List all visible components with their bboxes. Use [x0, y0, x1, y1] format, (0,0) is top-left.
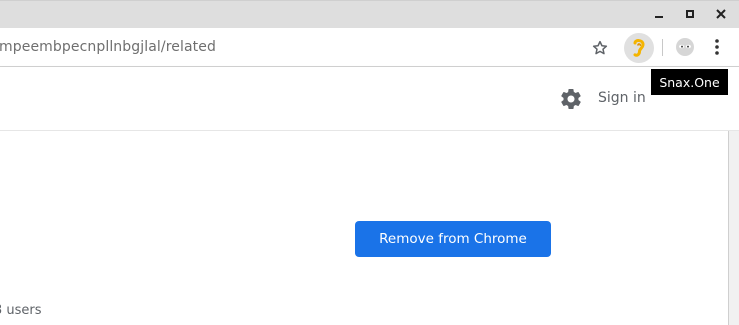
settings-button[interactable] [559, 87, 583, 111]
snax-extension-button[interactable] [624, 33, 654, 63]
minimize-button[interactable] [648, 4, 670, 24]
user-count: 3 users [0, 303, 42, 318]
maximize-icon [686, 10, 694, 18]
address-bar[interactable]: mpeembpecnpllnbgjlal/related [0, 28, 580, 66]
close-window-button[interactable] [710, 4, 732, 24]
chrome-menu-button[interactable] [707, 36, 727, 58]
close-icon [716, 9, 726, 19]
minimize-icon [655, 16, 663, 18]
window-titlebar [0, 0, 739, 28]
bookmark-star-button[interactable] [589, 37, 611, 59]
maximize-button[interactable] [679, 4, 701, 24]
second-extension-button[interactable] [673, 35, 697, 59]
browser-toolbar: mpeembpecnpllnbgjlal/related [0, 28, 739, 67]
star-icon [592, 40, 608, 55]
sign-in-link[interactable]: Sign in [598, 90, 646, 106]
kebab-menu-icon [715, 39, 719, 55]
page-scrollbar[interactable] [728, 131, 739, 325]
alien-extension-icon [676, 38, 694, 56]
extension-tooltip: Snax.One [651, 69, 728, 95]
toolbar-separator [662, 39, 663, 56]
gear-icon [561, 89, 581, 110]
url-text[interactable]: mpeembpecnpllnbgjlal/related [0, 39, 216, 55]
ear-extension-icon [633, 39, 645, 57]
remove-from-chrome-button[interactable]: Remove from Chrome [355, 221, 551, 257]
